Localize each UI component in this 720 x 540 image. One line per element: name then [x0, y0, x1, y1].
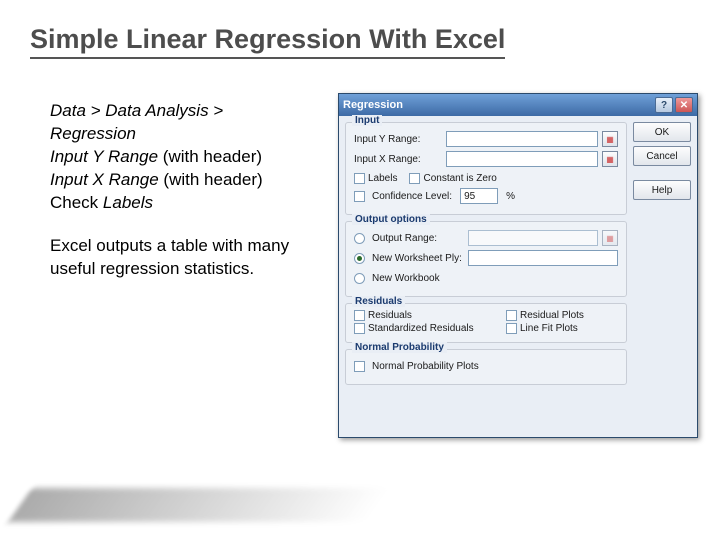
normal-prob-header: Normal Probability: [352, 342, 447, 353]
instruction-text: Data > Data Analysis > Regression Input …: [50, 100, 310, 281]
normal-probability-group: Normal Probability Normal Probability Pl…: [345, 349, 627, 385]
std-residuals-checkbox[interactable]: [354, 323, 365, 334]
new-worksheet-label: New Worksheet Ply:: [372, 253, 464, 264]
residuals-checkbox[interactable]: [354, 310, 365, 321]
residuals-group: Residuals Residuals Residual Plots Stand…: [345, 303, 627, 343]
residuals-header: Residuals: [352, 296, 405, 307]
new-workbook-label: New Workbook: [372, 273, 440, 284]
std-residuals-label: Standardized Residuals: [368, 323, 474, 334]
input-x-label: Input X Range:: [354, 154, 442, 165]
constant-zero-label: Constant is Zero: [423, 173, 496, 184]
ok-button[interactable]: OK: [633, 122, 691, 142]
line-fit-plots-checkbox[interactable]: [506, 323, 517, 334]
labels-checkbox-label: Labels: [368, 173, 397, 184]
input-x-range-field[interactable]: [446, 151, 598, 167]
residuals-label: Residuals: [368, 310, 412, 321]
input-y-label: Input Y Range:: [354, 134, 442, 145]
residual-plots-label: Residual Plots: [520, 310, 584, 321]
with-header-1: (with header): [158, 147, 262, 166]
percent-label: %: [506, 191, 515, 202]
dialog-title: Regression: [343, 99, 403, 111]
range-picker-icon[interactable]: ▦: [602, 131, 618, 147]
confidence-level-label: Confidence Level:: [372, 191, 452, 202]
residual-plots-checkbox[interactable]: [506, 310, 517, 321]
regression-dialog: Regression ? ✕ Input Input Y Range: ▦ In…: [338, 93, 698, 438]
input-y-text: Input Y Range: [50, 147, 158, 166]
close-icon[interactable]: ✕: [675, 97, 693, 113]
new-worksheet-field[interactable]: [468, 250, 618, 266]
new-worksheet-radio[interactable]: [354, 253, 365, 264]
with-header-2: (with header): [159, 170, 263, 189]
decorative-shadow: [8, 488, 392, 522]
range-picker-icon[interactable]: ▦: [602, 230, 618, 246]
confidence-level-field[interactable]: 95: [460, 188, 498, 204]
path-text: Data > Data Analysis > Regression: [50, 101, 223, 143]
slide-title: Simple Linear Regression With Excel: [30, 24, 505, 59]
labels-checkbox[interactable]: [354, 173, 365, 184]
output-range-field[interactable]: [468, 230, 598, 246]
range-picker-icon[interactable]: ▦: [602, 151, 618, 167]
constant-zero-checkbox[interactable]: [409, 173, 420, 184]
confidence-level-checkbox[interactable]: [354, 191, 365, 202]
input-header: Input: [352, 115, 382, 126]
output-range-radio[interactable]: [354, 233, 365, 244]
output-range-label: Output Range:: [372, 233, 464, 244]
titlebar-help-icon[interactable]: ?: [655, 97, 673, 113]
line-fit-plots-label: Line Fit Plots: [520, 323, 578, 334]
normal-prob-checkbox[interactable]: [354, 361, 365, 372]
output-group: Output options Output Range: ▦ New Works…: [345, 221, 627, 297]
input-group: Input Input Y Range: ▦ Input X Range: ▦ …: [345, 122, 627, 215]
check-text: Check: [50, 193, 103, 212]
labels-text: Labels: [103, 193, 153, 212]
help-button[interactable]: Help: [633, 180, 691, 200]
output-header: Output options: [352, 214, 430, 225]
normal-prob-label: Normal Probability Plots: [372, 361, 479, 372]
new-workbook-radio[interactable]: [354, 273, 365, 284]
cancel-button[interactable]: Cancel: [633, 146, 691, 166]
input-y-range-field[interactable]: [446, 131, 598, 147]
input-x-text: Input X Range: [50, 170, 159, 189]
dialog-titlebar[interactable]: Regression ? ✕: [339, 94, 697, 116]
output-description: Excel outputs a table with many useful r…: [50, 235, 310, 281]
